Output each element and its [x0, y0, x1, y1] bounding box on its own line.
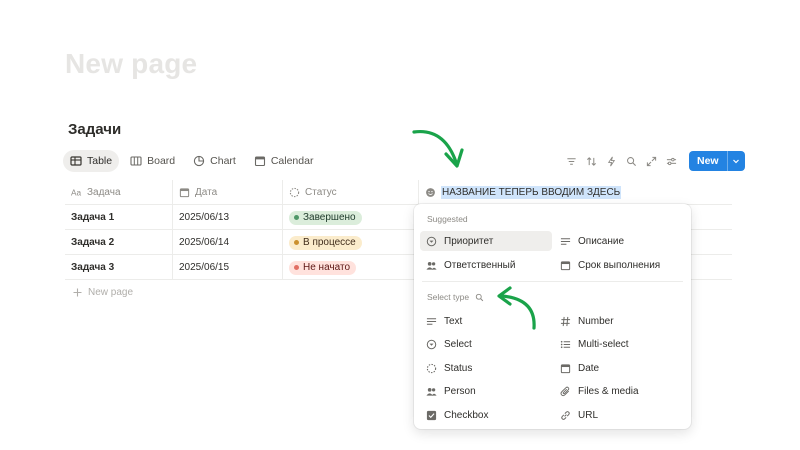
database-toolbar: New — [565, 151, 745, 171]
plus-icon — [73, 288, 82, 297]
property-name-input[interactable]: НАЗВАНИЕ ТЕПЕРЬ ВВОДИМ ЗДЕСЬ — [441, 186, 622, 199]
status-icon — [426, 363, 437, 373]
menu-divider — [422, 281, 683, 282]
select-icon — [426, 339, 437, 349]
new-row-label: New page — [88, 287, 134, 298]
select-icon — [426, 236, 437, 246]
link-icon — [561, 410, 570, 420]
date-cell[interactable]: 2025/06/15 — [173, 255, 283, 280]
menu-item-status[interactable]: Status — [420, 358, 552, 378]
annotation-arrow-top — [412, 129, 464, 168]
column-header-status[interactable]: Статус — [283, 180, 419, 205]
tab-board-label: Board — [147, 155, 176, 167]
text-aa-icon: Aa — [71, 189, 82, 198]
status-cell[interactable]: В процессе — [283, 230, 419, 255]
annotation-arrow-menu — [497, 286, 536, 330]
tab-chart-label: Chart — [210, 155, 236, 167]
emoji-face-icon — [426, 188, 435, 197]
chevron-down-icon[interactable] — [726, 151, 745, 171]
tab-table-label: Table — [87, 155, 113, 167]
view-tabs: Table Board Chart Calendar — [63, 150, 324, 172]
paperclip-icon — [560, 386, 570, 396]
status-cell[interactable]: Не начато — [283, 255, 419, 280]
new-button[interactable]: New — [689, 151, 745, 171]
database-title[interactable]: Задачи — [68, 121, 121, 138]
number-icon — [560, 316, 571, 326]
task-name-cell[interactable]: Задача 2 — [65, 230, 173, 255]
status-label: Завершено — [303, 212, 356, 223]
calendar-icon — [560, 363, 571, 373]
expand-icon[interactable] — [645, 155, 658, 168]
search-icon[interactable] — [475, 293, 484, 302]
svg-text:Aa: Aa — [71, 189, 82, 198]
calendar-icon — [179, 188, 190, 198]
date-cell[interactable]: 2025/06/13 — [173, 205, 283, 230]
task-name-cell[interactable]: Задача 3 — [65, 255, 173, 280]
checkbox-icon — [426, 410, 437, 420]
column-header-label: Задача — [87, 187, 121, 198]
suggested-section-label: Suggested — [427, 214, 468, 224]
page-title[interactable]: New page — [65, 48, 197, 80]
property-type-menu: Suggested Приоритет Описание Ответственн… — [414, 204, 691, 429]
person-icon — [426, 261, 437, 270]
sort-icon[interactable] — [585, 155, 598, 168]
menu-item-checkbox[interactable]: Checkbox — [420, 405, 552, 425]
tab-calendar[interactable]: Calendar — [247, 150, 321, 172]
status-dot — [294, 215, 299, 220]
board-icon — [130, 156, 142, 166]
tab-table[interactable]: Table — [63, 150, 120, 172]
status-icon — [289, 187, 300, 198]
column-header-date[interactable]: Дата — [173, 180, 283, 205]
menu-item-date[interactable]: Date — [554, 358, 684, 378]
menu-item-due-date[interactable]: Срок выполнения — [554, 255, 684, 275]
tab-calendar-label: Calendar — [270, 155, 314, 167]
column-header-label: Дата — [195, 187, 218, 198]
status-dot — [294, 240, 299, 245]
status-dot — [294, 265, 299, 270]
calendar-icon — [560, 260, 571, 270]
settings-sliders-icon[interactable] — [665, 155, 678, 168]
status-label: Не начато — [303, 262, 351, 273]
calendar-icon — [254, 156, 265, 167]
menu-item-multi-select[interactable]: Multi-select — [554, 334, 684, 354]
table-header-row: Aa Задача Дата Статус НАЗВАНИЕ ТЕПЕРЬ ВВ… — [65, 180, 732, 205]
menu-item-files-media[interactable]: Files & media — [554, 381, 684, 401]
select-type-section-label: Select type — [427, 292, 484, 302]
menu-item-url[interactable]: URL — [554, 405, 684, 425]
menu-item-person[interactable]: Person — [420, 381, 552, 401]
filter-icon[interactable] — [565, 155, 578, 168]
menu-item-number[interactable]: Number — [554, 311, 684, 331]
column-header-task[interactable]: Aa Задача — [65, 180, 173, 205]
text-icon — [426, 317, 437, 325]
text-icon — [560, 237, 571, 245]
date-cell[interactable]: 2025/06/14 — [173, 230, 283, 255]
status-badge: Завершено — [289, 210, 362, 225]
column-header-new-property[interactable]: НАЗВАНИЕ ТЕПЕРЬ ВВОДИМ ЗДЕСЬ — [419, 180, 732, 205]
status-cell[interactable]: Завершено — [283, 205, 419, 230]
tab-board[interactable]: Board — [123, 150, 182, 172]
automation-bolt-icon[interactable] — [605, 155, 618, 168]
task-name-cell[interactable]: Задача 1 — [65, 205, 173, 230]
menu-item-select[interactable]: Select — [420, 334, 552, 354]
person-icon — [426, 387, 437, 396]
menu-item-assignee[interactable]: Ответственный — [420, 255, 552, 275]
status-label: В процессе — [303, 237, 356, 248]
status-badge: В процессе — [289, 235, 362, 250]
tab-chart[interactable]: Chart — [186, 150, 243, 172]
status-badge: Не начато — [289, 260, 357, 275]
column-header-label: Статус — [305, 187, 337, 198]
chart-icon — [193, 155, 205, 167]
new-button-label[interactable]: New — [689, 151, 727, 171]
search-icon[interactable] — [625, 155, 638, 168]
table-icon — [70, 156, 82, 166]
menu-item-priority[interactable]: Приоритет — [420, 231, 552, 251]
menu-item-description[interactable]: Описание — [554, 231, 684, 251]
multi-select-icon — [560, 340, 571, 348]
